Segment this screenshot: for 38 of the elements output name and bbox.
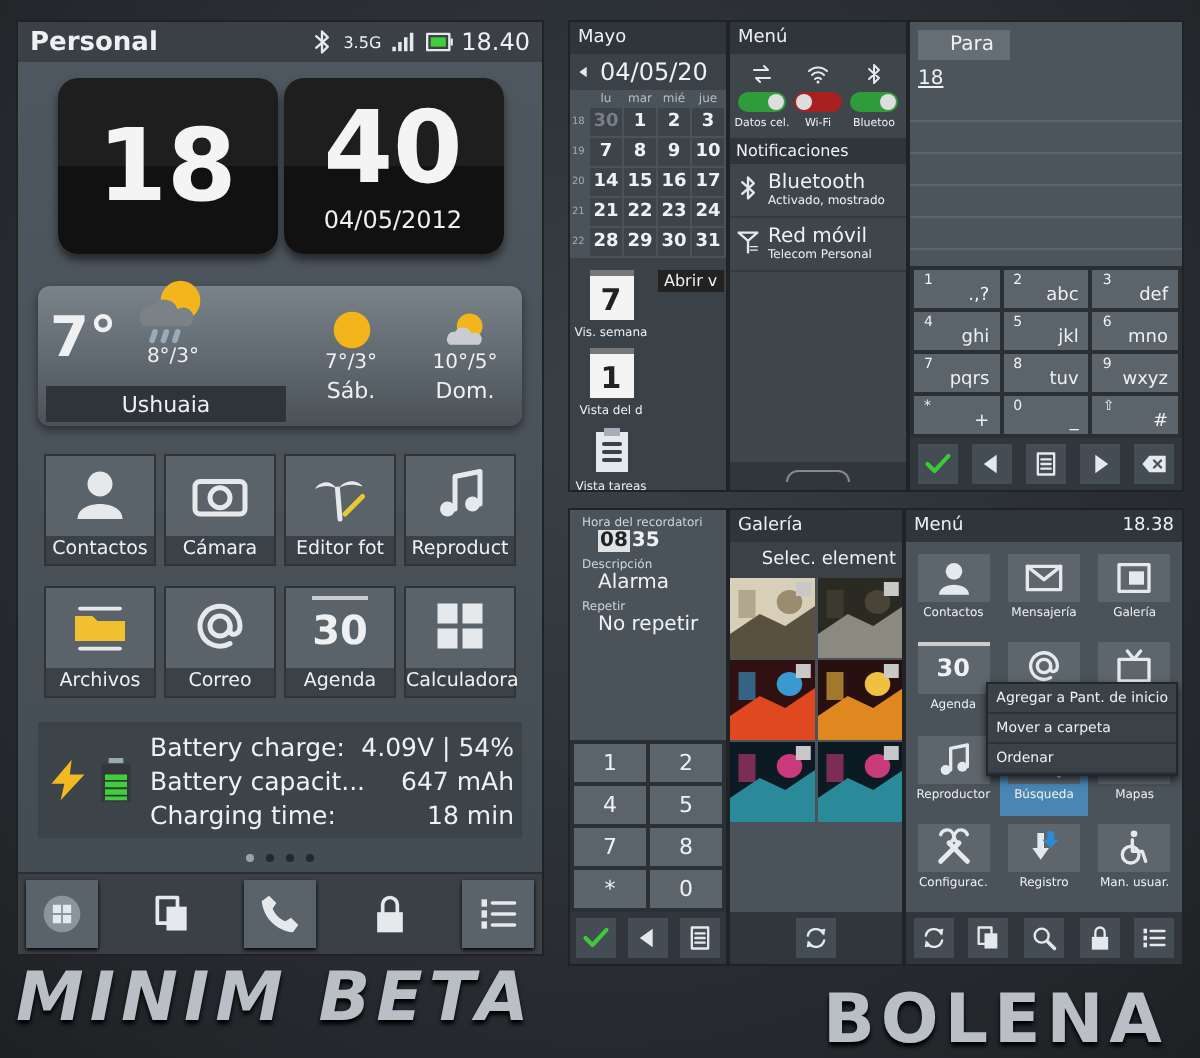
calendar-icon: 30 <box>917 642 990 695</box>
gallery-header: Selec. element <box>730 542 902 578</box>
month-title: Mayo <box>570 22 726 54</box>
forecast-day: Dom. <box>435 378 495 404</box>
network-type: 3.5G <box>343 33 382 51</box>
calendar-date: 04/05/20 <box>600 58 708 86</box>
clock-hour: 18 <box>97 116 237 216</box>
banner-title: MINIM BETA <box>16 956 537 1040</box>
current-temperature: 7° <box>50 303 117 369</box>
field-value: Alarma <box>596 572 672 594</box>
battery-value: 647 mAh <box>401 763 514 797</box>
menu-title: Menú <box>730 22 906 54</box>
field-value: No repetir <box>596 614 701 636</box>
calendar-page-icon: 7 <box>589 270 633 320</box>
gallery-title: Galería <box>730 510 902 542</box>
today-temperature: 8°/3° <box>146 345 200 367</box>
forecast-temperature: 10°/5° <box>432 352 498 374</box>
banner-title: BOLENA <box>821 982 1170 1058</box>
battery-label: Battery charge: <box>150 729 345 763</box>
tooltip: Abrir v <box>658 270 724 292</box>
notification-title: Bluetooth <box>768 172 868 194</box>
forecast-temperature: 7°/3° <box>324 352 378 374</box>
notification-title: Red móvil <box>768 226 870 248</box>
calendar-page-icon: 1 <box>589 348 633 398</box>
message-text: 18 <box>916 68 946 90</box>
battery-label: Charging time: <box>150 797 336 831</box>
city-name: Ushuaia <box>46 386 286 422</box>
clock-minute: 40 <box>323 98 463 198</box>
battery-label: Battery capacit... <box>150 763 366 797</box>
status-time: 18.40 <box>461 28 530 56</box>
menu-title: Menú <box>914 514 964 538</box>
carrier-name: Personal <box>30 27 158 57</box>
status-time: 18.38 <box>1122 514 1174 538</box>
section-heading: Notificaciones <box>730 138 906 164</box>
clock-date: 04/05/2012 <box>323 206 463 234</box>
battery-value: 4.09V | 54% <box>361 729 514 763</box>
forecast-day: Sáb. <box>326 378 376 404</box>
battery-value: 18 min <box>427 797 514 831</box>
